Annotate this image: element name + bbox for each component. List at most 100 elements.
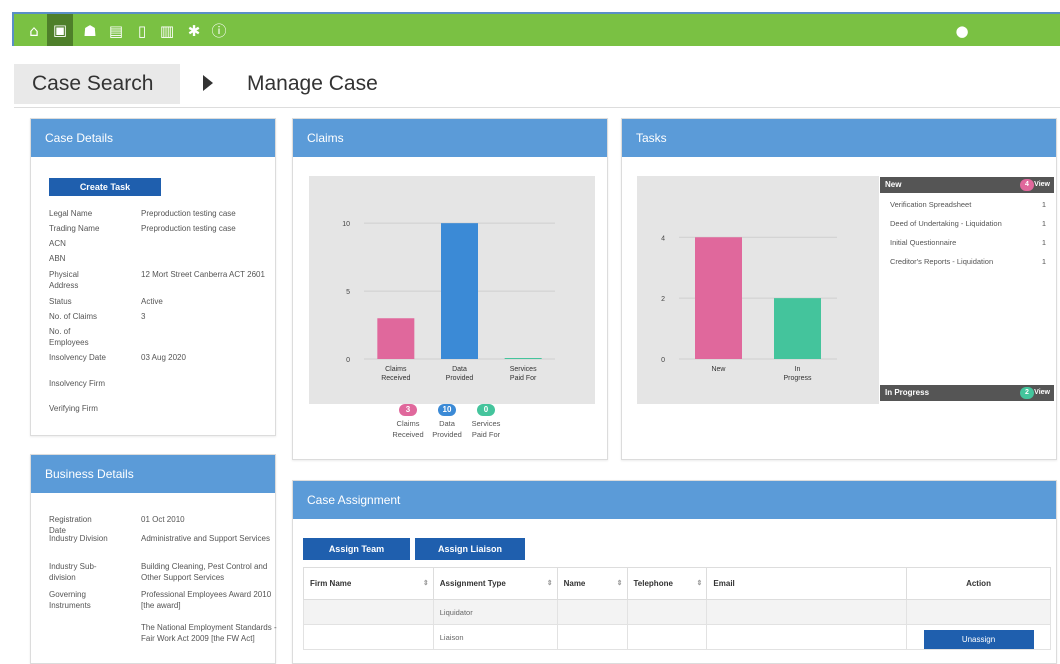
- cell-phone: [626, 599, 708, 625]
- case-detail-label: No. of Claims: [49, 312, 98, 321]
- task-list-item[interactable]: Deed of Undertaking - Liquidation 1: [880, 214, 1054, 233]
- claims-chart: 0 5 10 Claims Received Data Provided Services Pa…: [309, 176, 595, 404]
- cell-name: [556, 624, 628, 650]
- case-detail-value: Preproduction testing case: [141, 209, 236, 218]
- y-tick-label: 4: [661, 235, 665, 242]
- x-tick-label: Paid For: [510, 375, 537, 382]
- assign-liaison-button[interactable]: Assign Liaison: [415, 538, 525, 560]
- sort-icon[interactable]: ⇕: [547, 579, 553, 587]
- tasks-new-view-link[interactable]: View: [1034, 177, 1050, 193]
- cell-name: [556, 599, 628, 625]
- case-detail-label: No. of Employees: [49, 327, 89, 347]
- claims-title: Claims: [293, 119, 607, 157]
- tasks-chart-svg: 0 2 4 New In Progress: [661, 235, 837, 382]
- business-detail-label: Governing Instruments: [49, 590, 91, 610]
- col-action: Action: [906, 567, 1051, 600]
- task-list-item[interactable]: Initial Questionnaire 1: [880, 233, 1054, 252]
- x-tick-label: Claims: [385, 366, 407, 373]
- bar: [377, 318, 415, 359]
- case-details-title: Case Details: [31, 119, 275, 157]
- home-icon[interactable]: ⌂: [24, 21, 44, 41]
- task-count: 1: [1041, 238, 1046, 247]
- task-count: 1: [1041, 219, 1046, 228]
- case-detail-label: Status: [49, 297, 72, 306]
- bar: [774, 298, 821, 359]
- col-firm-name-label: Firm Name: [310, 579, 352, 588]
- task-count: 1: [1041, 257, 1046, 266]
- tasks-inprogress-header: In Progress 2 View: [880, 385, 1054, 401]
- sort-icon[interactable]: ⇕: [617, 579, 623, 587]
- document-icon[interactable]: ▯: [132, 21, 152, 41]
- col-email-label: Email: [713, 579, 735, 588]
- x-tick-label: Data: [452, 366, 467, 373]
- case-detail-value: Preproduction testing case: [141, 224, 236, 233]
- task-list-item[interactable]: Creditor's Reports - Liquidation 1: [880, 252, 1054, 271]
- legend-label: Data Provided: [432, 419, 462, 439]
- tasks-new-header: New 4 View: [880, 177, 1054, 193]
- col-email[interactable]: Email: [706, 567, 908, 600]
- case-detail-label: Insolvency Firm: [49, 379, 106, 388]
- col-name[interactable]: Name ⇕: [556, 567, 628, 600]
- case-detail-value: 12 Mort Street Canberra ACT 2601: [141, 270, 265, 279]
- task-name: Verification Spreadsheet: [890, 200, 972, 209]
- business-detail-value: Professional Employees Award 2010 [the a…: [141, 590, 272, 610]
- table-row: Liaison Unassign: [303, 624, 1051, 650]
- bar: [441, 223, 478, 359]
- business-details-panel: Business Details Registration Date 01 Oct…: [30, 454, 277, 664]
- assignment-table: Firm Name ⇕ Assignment Type ⇕ Name ⇕ Teleph…: [303, 567, 1051, 650]
- id-card-icon[interactable]: ▤: [106, 21, 126, 41]
- col-assignment-type[interactable]: Assignment Type ⇕: [432, 567, 558, 600]
- task-list-item[interactable]: Verification Spreadsheet 1: [880, 195, 1054, 214]
- y-tick-label: 2: [661, 296, 665, 303]
- users-icon[interactable]: ☗: [80, 21, 100, 41]
- bar-chart-icon[interactable]: ▥: [157, 21, 177, 41]
- task-name: Initial Questionnaire: [890, 238, 957, 247]
- breadcrumb-arrow-icon: [203, 75, 213, 91]
- page-title: Manage Case: [247, 72, 378, 95]
- business-detail-value: 01 Oct 2010: [141, 515, 185, 524]
- table-row: Liquidator: [303, 599, 1051, 625]
- create-task-button[interactable]: Create Task: [49, 178, 161, 196]
- settings-icon[interactable]: ✱: [184, 21, 204, 41]
- cell-email: [706, 599, 908, 625]
- cell-action: Unassign: [906, 624, 1051, 650]
- x-tick-label: New: [711, 366, 726, 373]
- tasks-inprogress-view-link[interactable]: View: [1034, 385, 1050, 401]
- task-name: Deed of Undertaking - Liquidation: [890, 219, 1002, 228]
- business-detail-value: The National Employment Standards - Fair…: [141, 623, 277, 643]
- x-tick-label: Received: [381, 375, 410, 382]
- info-icon[interactable]: ⓘ: [209, 21, 229, 41]
- task-count: 1: [1041, 200, 1046, 209]
- business-detail-label: Industry Division: [49, 534, 108, 543]
- legend-label: Claims Received: [392, 419, 424, 439]
- business-detail-label: Industry Sub-division: [49, 562, 97, 582]
- case-detail-label: ACN: [49, 239, 66, 248]
- briefcase-icon[interactable]: ▣: [47, 14, 73, 46]
- business-detail-value: Administrative and Support Services: [141, 534, 270, 543]
- cell-firm: [303, 599, 434, 625]
- breadcrumb-case-search[interactable]: Case Search: [14, 64, 180, 104]
- assign-team-button[interactable]: Assign Team: [303, 538, 410, 560]
- col-firm-name[interactable]: Firm Name ⇕: [303, 567, 434, 600]
- case-detail-label: ABN: [49, 254, 66, 263]
- assignment-table-header: Firm Name ⇕ Assignment Type ⇕ Name ⇕ Teleph…: [303, 567, 1051, 600]
- user-icon[interactable]: ●: [952, 21, 972, 41]
- legend-label: Services Paid For: [471, 419, 501, 439]
- case-assignment-title: Case Assignment: [293, 481, 1056, 519]
- tasks-inprogress-label: In Progress: [885, 388, 930, 397]
- y-tick-label: 0: [346, 357, 350, 364]
- sort-icon[interactable]: ⇕: [697, 579, 703, 587]
- case-detail-label: Insolvency Date: [49, 353, 106, 362]
- case-detail-value: 3: [141, 312, 146, 321]
- unassign-button[interactable]: Unassign: [923, 629, 1034, 649]
- col-telephone-label: Telephone: [633, 579, 673, 588]
- x-tick-label: Services: [510, 366, 537, 373]
- case-details-panel: Case Details Create Task Legal Name Prepr…: [30, 118, 276, 436]
- col-telephone[interactable]: Telephone ⇕: [626, 567, 708, 600]
- tasks-inprogress-count-badge: 2: [1020, 387, 1034, 399]
- case-detail-value: 03 Aug 2020: [141, 353, 186, 362]
- sort-icon[interactable]: ⇕: [423, 579, 429, 587]
- x-tick-label: In: [795, 366, 801, 373]
- tasks-title: Tasks: [622, 119, 1056, 157]
- col-action-label: Action: [966, 579, 991, 588]
